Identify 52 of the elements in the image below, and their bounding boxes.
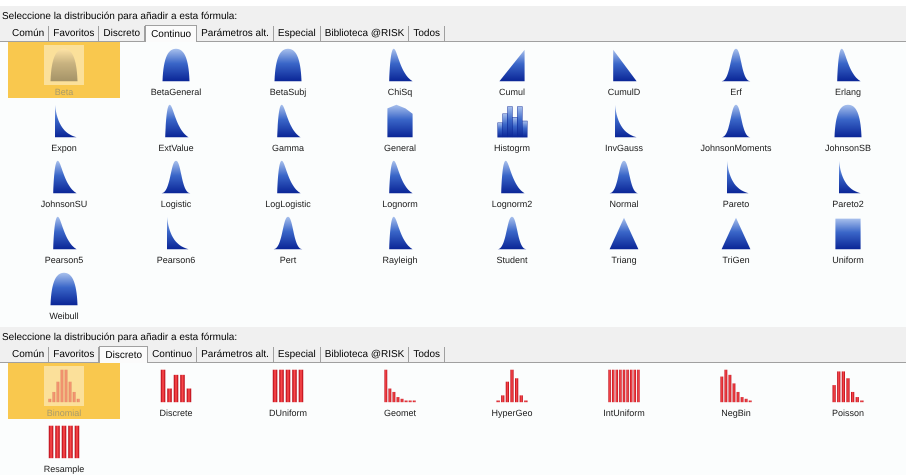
distribution-item[interactable]: BetaSubj	[232, 42, 344, 98]
distribution-item[interactable]: Cumul	[456, 42, 568, 98]
distribution-item[interactable]: Lognorm	[344, 154, 456, 210]
distribution-item[interactable]: Geomet	[344, 363, 456, 419]
bar-chart-icon	[494, 368, 530, 404]
distribution-item[interactable]: Erf	[680, 42, 792, 98]
distribution-item[interactable]: Expon	[8, 98, 120, 154]
distribution-item[interactable]: Pareto2	[792, 154, 904, 210]
distribution-item[interactable]: Resample	[8, 419, 120, 475]
bar-chart-icon	[606, 368, 642, 404]
distribution-item[interactable]: IntUniform	[568, 363, 680, 419]
distribution-item[interactable]: JohnsonSU	[8, 154, 120, 210]
distribution-item[interactable]: Triang	[568, 210, 680, 266]
distribution-item[interactable]: Histogrm	[456, 98, 568, 154]
category-tab[interactable]: Continuo	[145, 25, 198, 42]
prompt-text: Seleccione la distribución para añadir a esta fórmula:	[1, 331, 238, 344]
bar-chart-icon	[718, 368, 754, 404]
distribution-item[interactable]: NegBin	[680, 363, 792, 419]
distribution-item[interactable]: JohnsonSB	[792, 98, 904, 154]
distribution-item[interactable]: JohnsonMoments	[680, 98, 792, 154]
distribution-item[interactable]: Gamma	[232, 98, 344, 154]
distribution-item[interactable]: Weibull	[8, 266, 120, 322]
distribution-item[interactable]: InvGauss	[568, 98, 680, 154]
distribution-item[interactable]: Lognorm2	[456, 154, 568, 210]
distribution-item[interactable]: Pert	[232, 210, 344, 266]
distribution-item[interactable]: Normal	[568, 154, 680, 210]
distribution-item[interactable]: Pearson6	[120, 210, 232, 266]
distribution-item[interactable]: Student	[456, 210, 568, 266]
prompt-text: Seleccione la distribución para añadir a esta fórmula:	[1, 10, 238, 23]
distribution-item[interactable]: LogLogistic	[232, 154, 344, 210]
distribution-item[interactable]: General	[344, 98, 456, 154]
distribution-item[interactable]: Pareto	[680, 154, 792, 210]
distribution-item[interactable]: BetaGeneral	[120, 42, 232, 98]
distribution-item[interactable]: ExtValue	[120, 98, 232, 154]
bar-chart-icon	[270, 368, 306, 404]
distribution-item[interactable]: Poisson	[792, 363, 904, 419]
distribution-item[interactable]: Rayleigh	[344, 210, 456, 266]
distribution-item[interactable]: ChiSq	[344, 42, 456, 98]
distribution-item[interactable]: Uniform	[792, 210, 904, 266]
distribution-item[interactable]: Discrete	[120, 363, 232, 419]
distribution-item[interactable]: HyperGeo	[456, 363, 568, 419]
distribution-item[interactable]: Pearson5	[8, 210, 120, 266]
distribution-item[interactable]: TriGen	[680, 210, 792, 266]
bar-chart-icon	[46, 368, 82, 404]
category-tab[interactable]: Discreto	[99, 346, 148, 363]
distribution-item[interactable]: DUniform	[232, 363, 344, 419]
distribution-item[interactable]: CumulD	[568, 42, 680, 98]
bar-chart-icon	[46, 424, 82, 460]
distribution-item[interactable]: Logistic	[120, 154, 232, 210]
bar-chart-icon	[382, 368, 418, 404]
distribution-item[interactable]: Erlang	[792, 42, 904, 98]
bar-chart-icon	[158, 368, 194, 404]
